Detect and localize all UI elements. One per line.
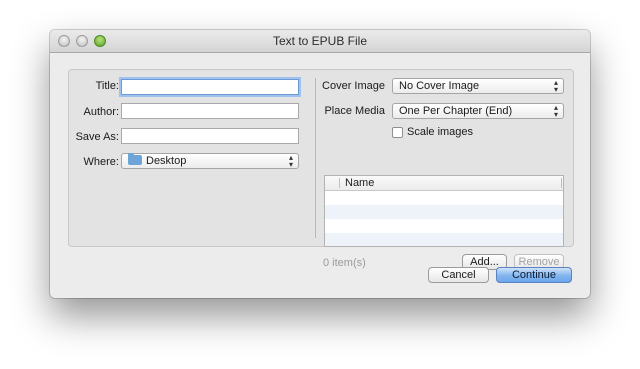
place-media-value: One Per Chapter (End) — [399, 105, 513, 117]
title-bar: Text to EPUB File — [50, 30, 590, 53]
table-row — [325, 219, 563, 233]
title-field[interactable] — [121, 79, 299, 95]
item-count: 0 item(s) — [323, 257, 366, 269]
chevron-updown-icon: ▴ ▾ — [553, 78, 558, 94]
cover-image-label: Cover Image — [322, 80, 385, 92]
where-label: Where: — [83, 156, 119, 168]
media-table[interactable]: Name — [324, 175, 564, 247]
saveas-field[interactable] — [121, 128, 299, 144]
table-row — [325, 233, 563, 246]
where-popup[interactable]: Desktop ▴ ▾ — [121, 153, 299, 169]
title-label: Title: — [95, 80, 119, 92]
cover-image-popup[interactable]: No Cover Image ▴ ▾ — [392, 78, 564, 94]
saveas-label: Save As: — [75, 131, 119, 143]
scale-images-checkbox[interactable] — [392, 127, 403, 138]
epub-dialog: Text to EPUB File Title: Author: Save As… — [50, 30, 590, 298]
place-media-label: Place Media — [324, 105, 385, 117]
settings-panel: Title: Author: Save As: Where: Desktop ▴… — [68, 69, 574, 270]
author-label: Author: — [83, 106, 119, 118]
where-value: Desktop — [146, 155, 187, 167]
cancel-button[interactable]: Cancel — [428, 267, 489, 283]
scale-images-label: Scale images — [407, 126, 474, 138]
column-divider — [315, 78, 316, 238]
chevron-updown-icon: ▴ ▾ — [288, 153, 293, 169]
place-media-popup[interactable]: One Per Chapter (End) ▴ ▾ — [392, 103, 564, 119]
window-title: Text to EPUB File — [272, 34, 368, 48]
author-field[interactable] — [121, 103, 299, 119]
table-header[interactable]: Name — [325, 176, 563, 191]
table-row — [325, 205, 563, 219]
table-row — [325, 191, 563, 205]
chevron-updown-icon: ▴ ▾ — [553, 103, 558, 119]
continue-button[interactable]: Continue — [496, 267, 572, 283]
folder-icon — [128, 153, 142, 165]
name-column-header: Name — [345, 177, 375, 189]
cover-image-value: No Cover Image — [399, 80, 480, 92]
